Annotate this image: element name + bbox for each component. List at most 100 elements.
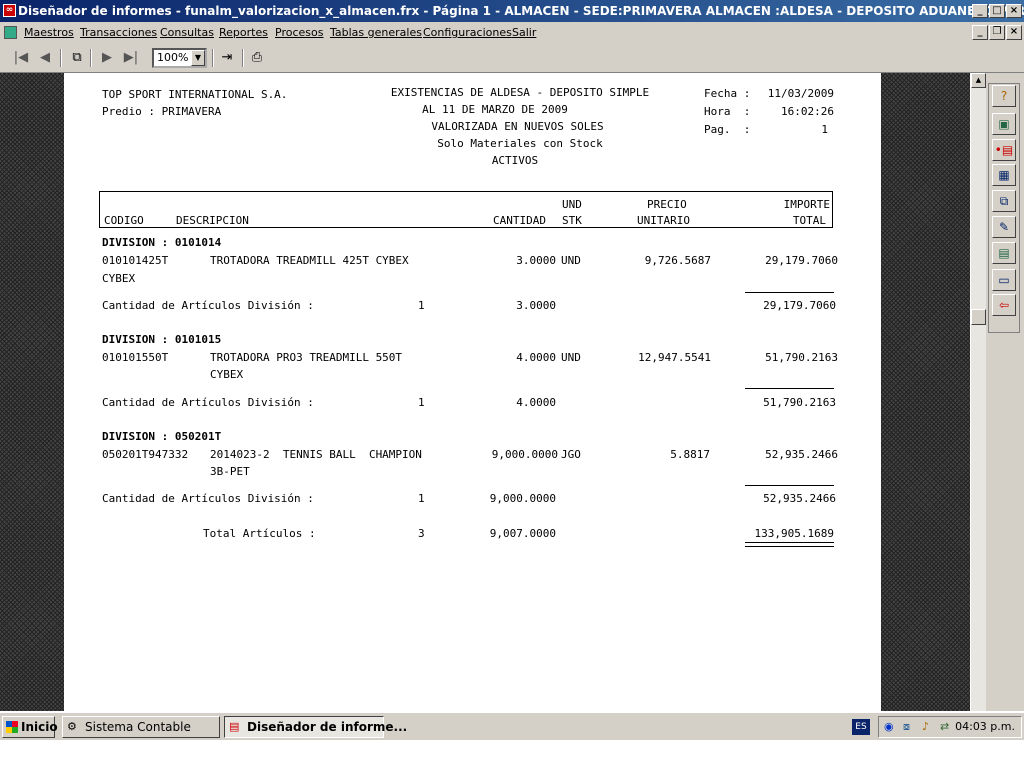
doc-minimize-button[interactable]: _ (972, 25, 988, 40)
menu-configuraciones[interactable]: Configuraciones (423, 22, 512, 44)
total-label: Total Artículos : (203, 527, 316, 540)
scroll-thumb[interactable] (971, 309, 986, 325)
minimize-button[interactable]: _ (972, 4, 988, 18)
report-icon[interactable]: ▤ (992, 242, 1016, 264)
hora-value: 16:02:26 (781, 105, 834, 118)
document-icon[interactable] (4, 26, 17, 39)
col-stk: STK (562, 214, 582, 227)
total-double-rule (745, 546, 834, 547)
designer-toolbox: ? ▣ •▤ ▦ ⧉ ✎ ▤ ▭ ⇦ (986, 73, 1024, 711)
prev-page-icon[interactable]: ◀ (34, 48, 56, 68)
toolbar-separator (60, 49, 62, 67)
menu-transacciones[interactable]: Transacciones (80, 22, 157, 44)
item-description: TROTADORA PRO3 TREADMILL 550T (210, 351, 403, 364)
scroll-up-icon[interactable]: ▲ (971, 73, 986, 88)
window-title: Diseñador de informes - funalm_valorizac… (18, 4, 1024, 18)
screen-bottom-area (0, 741, 1024, 768)
col-importe: IMPORTE (783, 198, 830, 211)
exit-door-icon[interactable]: ⇦ (992, 294, 1016, 316)
col-precio: PRECIO (647, 198, 687, 211)
close-button[interactable]: × (1006, 4, 1022, 18)
report-designer-icon: ▤ (229, 720, 240, 733)
item-precio: 9,726.5687 (644, 254, 711, 267)
item-description-cont: 3B-PET (210, 465, 250, 478)
taskbar-item-label: Diseñador de informe... (247, 720, 408, 734)
title-bar[interactable]: ∞ Diseñador de informes - funalm_valoriz… (0, 0, 1024, 22)
taskbar-item-sistema-contable[interactable]: ⚙ Sistema Contable (62, 716, 220, 738)
edit-icon[interactable]: ✎ (992, 216, 1016, 238)
monitor-icon[interactable]: ▣ (992, 113, 1016, 135)
subtotal-rule (745, 388, 834, 389)
table-icon[interactable]: ▦ (992, 164, 1016, 186)
start-label: Inicio (21, 720, 58, 734)
menu-salir[interactable]: Salir (512, 22, 536, 44)
taskbar-item-disenador[interactable]: ▤ Diseñador de informe... (224, 716, 407, 738)
zoom-select[interactable]: 100% ▼ (152, 48, 207, 68)
col-unitario: UNITARIO (637, 214, 690, 227)
network-icon[interactable]: ⧇ (903, 720, 917, 734)
subtotal-rule (745, 485, 834, 486)
app-window: ∞ Diseñador de informes - funalm_valoriz… (0, 0, 1024, 768)
help-icon[interactable]: ? (992, 85, 1016, 107)
item-und: UND (561, 351, 581, 364)
division-summary-importe: 52,935.2466 (763, 492, 836, 505)
item-und: UND (561, 254, 581, 267)
division-header: DIVISION : 050201T (102, 430, 222, 443)
doc-restore-button[interactable]: ❐ (989, 25, 1005, 40)
total-count: 3 (418, 527, 425, 540)
maximize-button[interactable]: □ (989, 4, 1005, 18)
menu-procesos[interactable]: Procesos (275, 22, 323, 44)
division-summary-cantidad: 4.0000 (516, 396, 556, 409)
item-code: 010101425T (102, 254, 169, 267)
report-title-line: EXISTENCIAS DE ALDESA - DEPOSITO SIMPLE (390, 86, 650, 99)
division-summary-importe: 29,179.7060 (763, 299, 836, 312)
windows-icon[interactable]: ⧉ (992, 190, 1016, 212)
col-descripcion: DESCRIPCION (176, 214, 249, 227)
col-und: UND (562, 198, 582, 211)
print-icon[interactable]: ⎙ (246, 48, 268, 68)
antivirus-icon[interactable]: ◉ (884, 720, 898, 734)
gear-icon: ⚙ (67, 720, 77, 733)
item-code: 050201T947332 (102, 448, 189, 461)
report-title-line: ACTIVOS (491, 154, 539, 167)
last-page-icon[interactable]: ▶| (120, 48, 142, 68)
language-indicator[interactable]: ES (852, 719, 870, 735)
menu-consultas[interactable]: Consultas (160, 22, 214, 44)
doc-close-button[interactable]: × (1006, 25, 1022, 40)
app-icon[interactable]: ∞ (3, 4, 16, 17)
menu-tablas-generales[interactable]: Tablas generales (330, 22, 422, 44)
col-cantidad: CANTIDAD (493, 214, 546, 227)
clock[interactable]: 04:03 p.m. (955, 717, 1015, 737)
chevron-down-icon[interactable]: ▼ (191, 50, 205, 66)
fecha-label: Fecha : (704, 87, 751, 100)
next-page-icon[interactable]: ▶ (96, 48, 118, 68)
toolbar-separator (212, 49, 214, 67)
menu-bar: Maestros Transacciones Consultas Reporte… (0, 22, 1024, 44)
preview-toolbar: |◀ ◀ ⧉ ▶ ▶| 100% ▼ ⇥ ⎙ (0, 44, 1024, 73)
first-page-icon[interactable]: |◀ (10, 48, 32, 68)
start-button[interactable]: Inicio (2, 716, 58, 738)
fecha-value: 11/03/2009 (767, 87, 834, 100)
toolbar-separator (242, 49, 244, 67)
sound-icon[interactable]: ♪ (922, 720, 936, 734)
pages-icon[interactable]: ⧉ (66, 48, 88, 68)
exit-preview-icon[interactable]: ⇥ (216, 48, 238, 68)
item-code: 010101550T (102, 351, 169, 364)
division-summary-count: 1 (418, 396, 425, 409)
menu-maestros[interactable]: Maestros (24, 22, 74, 44)
item-cantidad: 3.0000 (516, 254, 556, 267)
predio-label: Predio : PRIMAVERA (102, 105, 222, 118)
item-description-cont: CYBEX (210, 368, 244, 381)
toolbar-separator (90, 49, 92, 67)
division-summary-label: Cantidad de Artículos División : (102, 299, 314, 312)
vertical-scrollbar[interactable]: ▲ (970, 73, 986, 711)
division-header: DIVISION : 0101015 (102, 333, 222, 346)
form-icon[interactable]: ▭ (992, 269, 1016, 291)
field-icon[interactable]: •▤ (992, 139, 1016, 161)
col-codigo: CODIGO (104, 214, 144, 227)
item-cantidad: 4.0000 (516, 351, 556, 364)
menu-reportes[interactable]: Reportes (219, 22, 268, 44)
windows-logo-icon (6, 721, 18, 733)
item-description: 2014023-2 TENNIS BALL CHAMPION (210, 448, 422, 461)
network-activity-icon[interactable]: ⇄ (940, 720, 954, 734)
